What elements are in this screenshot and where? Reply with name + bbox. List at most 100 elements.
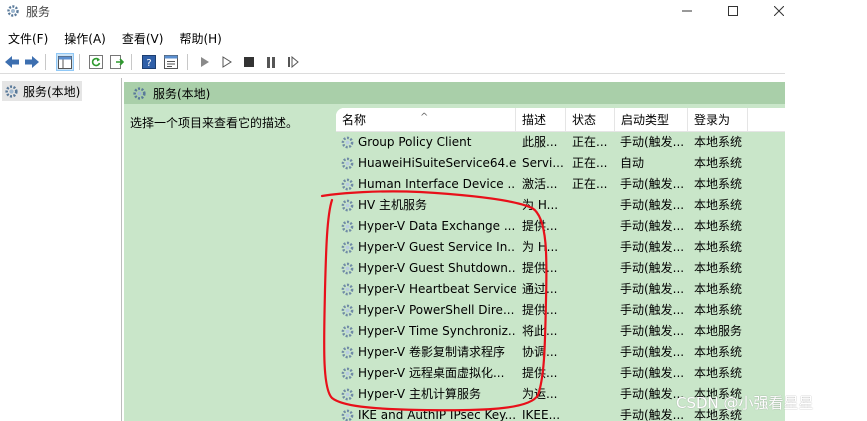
help-button[interactable]: ? [140,53,158,71]
cell-startup-type: 手动(触发... [620,219,685,233]
services-gear-icon [5,84,18,98]
console-tree-icon [58,55,72,69]
table-row[interactable]: HV 主机服务 为 H... 手动(触发... 本地系统 [336,195,785,216]
menu-view[interactable]: 查看(V) [114,28,172,48]
toolbar-separator [187,54,188,70]
forward-button[interactable] [23,53,41,71]
menu-file[interactable]: 文件(F) [0,28,56,48]
restart-icon [288,56,299,68]
cell-log-on-as: 本地系统 [694,261,743,275]
content-header: 服务(本地) [124,82,785,104]
toolbar-separator [45,54,46,70]
maximize-button[interactable] [710,0,756,22]
cell-name: Group Policy Client [358,135,472,149]
cell-log-on-as: 本地系统 [694,345,743,359]
table-row[interactable]: Hyper-V Guest Shutdown... 提供... 手动(触发... 本地… [336,258,785,279]
table-row[interactable]: Hyper-V Guest Service In... 为 H... 手动(触发..… [336,237,785,258]
cell-name: Hyper-V Data Exchange ... [358,219,516,233]
start-service-button[interactable] [196,53,214,71]
cell-description: 提供... [522,261,558,275]
cell-name: HV 主机服务 [358,198,428,212]
console-tree: 服务(本地) [0,78,122,421]
cell-startup-type: 自动 [620,156,645,170]
cell-description: 提供... [522,366,558,380]
cell-status [572,237,616,258]
column-header-log-on-as[interactable]: 登录为 [688,108,748,132]
help-icon: ? [142,55,156,69]
table-row[interactable]: Hyper-V Time Synchroniz... 将此... 手动(触发... 本… [336,321,785,342]
column-header-name[interactable]: ^ 名称 [336,108,516,132]
cell-description: 为 H... [522,198,559,212]
stop-service-button[interactable] [240,53,258,71]
pause-icon [267,56,275,68]
cell-description: 激活... [522,177,558,191]
service-gear-icon [341,157,354,170]
minimize-icon [682,10,692,12]
column-header-status[interactable]: 状态 [566,108,615,132]
export-list-icon [110,55,124,69]
service-gear-icon [341,220,354,233]
arrow-left-icon [5,56,19,68]
cell-startup-type: 手动(触发... [620,261,685,275]
cell-startup-type: 手动(触发... [620,240,685,254]
cell-startup-type: 手动(触发... [620,303,685,317]
toolbar-separator [79,54,80,70]
table-row[interactable]: Human Interface Device ... 激活... 正在... 手动(触… [336,174,785,195]
tree-item-label: 服务(本地) [23,84,81,99]
toolbar: ? [0,50,785,74]
cell-description: 此服... [522,135,558,149]
cell-name: Human Interface Device ... [358,177,516,191]
cell-log-on-as: 本地系统 [694,240,743,254]
table-row[interactable]: Hyper-V PowerShell Dire... 提供... 手动(触发... 本… [336,300,785,321]
play-outline-icon [222,56,232,68]
refresh-button[interactable] [87,53,105,71]
table-row[interactable]: HuaweiHiSuiteService64.e... Servi... 正在...… [336,153,785,174]
cell-status [572,363,616,384]
service-gear-icon [341,409,354,421]
cell-description: 将此... [522,324,558,338]
tree-item-services-local[interactable]: 服务(本地) [2,81,82,101]
cell-log-on-as: 本地系统 [694,198,743,212]
column-header-startup-type[interactable]: 启动类型 [615,108,688,132]
menu-action[interactable]: 操作(A) [56,28,114,48]
table-row[interactable]: Hyper-V Heartbeat Service 通过... 手动(触发... 本地… [336,279,785,300]
start-service-alt-button[interactable] [218,53,236,71]
show-hide-console-tree-button[interactable] [56,53,74,71]
cell-log-on-as: 本地系统 [694,303,743,317]
pause-service-button[interactable] [262,53,280,71]
table-row[interactable]: Hyper-V 远程桌面虚拟化... 提供... 手动(触发... 本地系统 [336,363,785,384]
cell-status [572,405,616,421]
cell-description: 提供... [522,219,558,233]
menu-bar: 文件(F) 操作(A) 查看(V) 帮助(H) [0,28,785,48]
cell-startup-type: 手动(触发... [620,177,685,191]
maximize-icon [728,6,738,16]
properties-icon [164,55,178,69]
cell-status [572,300,616,321]
cell-description: 为 H... [522,240,559,254]
cell-status [572,216,616,237]
properties-button[interactable] [162,53,180,71]
table-row[interactable]: Hyper-V 卷影复制请求程序 协调... 手动(触发... 本地系统 [336,342,785,363]
column-header-description[interactable]: 描述 [516,108,566,132]
play-icon [201,57,209,67]
cell-startup-type: 手动(触发... [620,345,685,359]
refresh-icon [89,55,103,69]
close-button[interactable] [756,0,802,22]
arrow-right-icon [25,56,39,68]
table-row[interactable]: Group Policy Client 此服... 正在... 手动(触发... 本地系… [336,132,785,153]
menu-help[interactable]: 帮助(H) [171,28,229,48]
cell-description: 提供... [522,303,558,317]
cell-name: Hyper-V Time Synchroniz... [358,324,516,338]
restart-service-button[interactable] [284,53,302,71]
minimize-button[interactable] [664,0,710,22]
description-prompt: 选择一个项目来查看它的描述。 [130,116,299,130]
service-gear-icon [341,346,354,359]
back-button[interactable] [3,53,21,71]
cell-log-on-as: 本地系统 [694,135,743,149]
table-row[interactable]: Hyper-V Data Exchange ... 提供... 手动(触发... 本地… [336,216,785,237]
cell-status [572,195,616,216]
list-header: ^ 名称 描述 状态 启动类型 登录为 [336,108,785,132]
export-list-button[interactable] [108,53,126,71]
cell-name: Hyper-V 卷影复制请求程序 [358,345,505,359]
cell-name: Hyper-V PowerShell Dire... [358,303,515,317]
